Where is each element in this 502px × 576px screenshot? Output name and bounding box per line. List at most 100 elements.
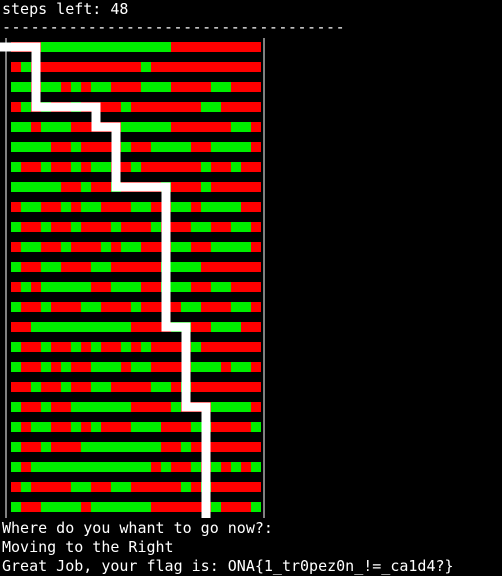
maze-open-cell <box>231 302 251 312</box>
maze-open-cell <box>211 502 221 512</box>
maze-open-cell <box>131 202 151 212</box>
maze-open-cell <box>41 302 51 312</box>
maze-open-cell <box>201 162 211 172</box>
maze-open-cell <box>41 162 51 172</box>
maze-open-cell <box>91 162 111 172</box>
maze-open-cell <box>31 322 131 332</box>
maze-open-cell <box>251 462 261 472</box>
maze-open-cell <box>11 142 51 152</box>
maze-open-cell <box>171 242 191 252</box>
maze-open-cell <box>11 162 21 172</box>
maze-open-cell <box>11 82 31 92</box>
maze-open-cell <box>41 122 71 132</box>
maze-open-cell <box>191 342 201 352</box>
maze-open-cell <box>21 282 31 292</box>
maze-open-cell <box>41 82 61 92</box>
maze-open-cell <box>231 122 251 132</box>
maze-open-cell <box>141 342 151 352</box>
maze-open-cell <box>151 382 171 392</box>
maze-open-cell <box>251 502 261 512</box>
maze-row-walls <box>11 382 261 392</box>
maze-open-cell <box>41 282 91 292</box>
maze-open-cell <box>61 202 71 212</box>
maze-open-cell <box>191 362 221 372</box>
maze-open-cell <box>211 322 241 332</box>
maze-open-cell <box>231 362 251 372</box>
maze-open-cell <box>61 362 71 372</box>
move-message: Moving to the Right <box>2 538 174 556</box>
maze-open-cell <box>41 402 51 412</box>
maze-open-cell <box>11 402 21 412</box>
maze-open-cell <box>151 222 161 232</box>
maze-open-cell <box>41 502 81 512</box>
maze-open-cell <box>91 342 101 352</box>
maze-open-cell <box>131 422 161 432</box>
maze-open-cell <box>91 262 111 272</box>
maze-open-cell <box>11 302 21 312</box>
maze-open-cell <box>111 222 121 232</box>
maze-open-cell <box>211 282 231 292</box>
maze-open-cell <box>41 442 51 452</box>
maze-open-cell <box>91 422 101 432</box>
maze-open-cell <box>231 162 241 172</box>
maze-open-cell <box>211 462 221 472</box>
maze-open-cell <box>41 342 51 352</box>
maze-open-cell <box>11 502 21 512</box>
maze-open-cell <box>211 402 251 412</box>
steps-left-counter: steps left: 48 <box>2 0 129 18</box>
maze-open-cell <box>201 182 211 192</box>
maze-open-cell <box>151 142 191 152</box>
prompt-text: Where do you whant to go now?: <box>2 519 273 537</box>
maze-open-cell <box>131 362 151 372</box>
maze-open-cell <box>41 222 51 232</box>
maze-open-cell <box>91 362 121 372</box>
maze-open-cell <box>121 342 131 352</box>
maze-open-cell <box>11 342 21 352</box>
maze-open-cell <box>21 202 41 212</box>
maze-open-cell <box>11 222 21 232</box>
maze-open-cell <box>191 462 201 472</box>
maze-open-cell <box>71 82 81 92</box>
maze-open-cell <box>231 222 251 232</box>
maze-open-cell <box>101 242 111 252</box>
maze-open-cell <box>11 462 21 472</box>
maze-open-cell <box>161 462 171 472</box>
maze-open-cell <box>131 302 141 312</box>
maze-open-cell <box>171 402 181 412</box>
maze-open-cell <box>211 142 251 152</box>
maze-open-cell <box>11 122 31 132</box>
maze-open-cell <box>41 262 61 272</box>
maze-open-cell <box>11 182 61 192</box>
maze-open-cell <box>71 342 81 352</box>
maze-open-cell <box>141 82 171 92</box>
maze-open-cell <box>111 482 131 492</box>
maze-open-cell <box>91 82 111 92</box>
separator-line: ------------------------------------ <box>2 18 346 36</box>
maze-open-cell <box>181 482 191 492</box>
maze-open-cell <box>21 482 31 492</box>
maze-open-cell <box>121 142 131 152</box>
maze-open-cell <box>11 262 21 272</box>
maze-open-cell <box>41 362 51 372</box>
maze-open-cell <box>141 62 151 72</box>
maze-open-cell <box>81 442 161 452</box>
maze-open-cell <box>131 162 141 172</box>
maze-open-cell <box>71 402 131 412</box>
maze-open-cell <box>121 122 171 132</box>
maze-open-cell <box>31 422 51 432</box>
maze-open-cell <box>71 142 81 152</box>
maze-open-cell <box>121 242 141 252</box>
maze-open-cell <box>211 82 231 92</box>
flag-message: Great Job, your flag is: ONA{1_tr0pez0n_… <box>2 557 454 575</box>
maze-open-cell <box>71 422 81 432</box>
maze-open-cell <box>31 462 151 472</box>
maze-open-cell <box>91 382 111 392</box>
maze-open-cell <box>11 442 21 452</box>
maze-open-cell <box>121 102 131 112</box>
maze-open-cell <box>111 282 141 292</box>
maze-open-cell <box>21 102 31 112</box>
maze-row-walls <box>11 62 261 72</box>
maze-open-cell <box>81 202 101 212</box>
maze-open-cell <box>181 442 191 452</box>
maze-open-cell <box>81 182 91 192</box>
